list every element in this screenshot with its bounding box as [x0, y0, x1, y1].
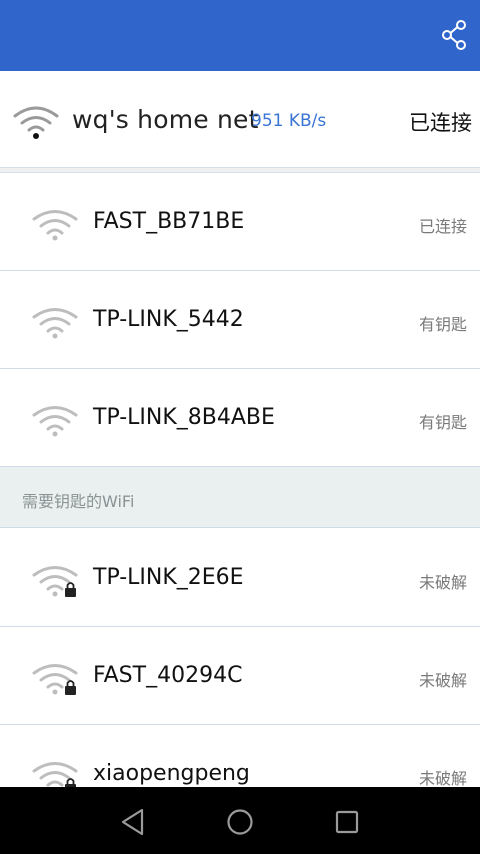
current-speed: 951 KB/s	[251, 111, 327, 131]
network-ssid: FAST_BB71BE	[93, 209, 245, 234]
network-ssid: xiaopengpeng	[93, 761, 250, 786]
system-nav-bar	[0, 787, 480, 854]
network-row[interactable]: FAST_BB71BE 已连接	[0, 173, 480, 271]
recents-button[interactable]	[332, 807, 362, 837]
network-ssid: FAST_40294C	[93, 663, 243, 688]
network-ssid: TP-LINK_2E6E	[93, 565, 244, 590]
network-status: 有钥匙	[418, 413, 467, 432]
share-button[interactable]	[440, 18, 468, 52]
network-status: 已连接	[418, 217, 467, 236]
network-status: 未破解	[418, 769, 467, 788]
home-icon	[227, 809, 253, 835]
network-row[interactable]: TP-LINK_5442 有钥匙	[0, 271, 480, 369]
back-button[interactable]	[118, 807, 148, 837]
network-status: 有钥匙	[418, 315, 467, 334]
wifi-signal-icon	[13, 106, 59, 139]
wifi-signal-icon	[32, 308, 78, 339]
network-row[interactable]: TP-LINK_8B4ABE 有钥匙	[0, 369, 480, 467]
wifi-locked-icon	[32, 566, 78, 597]
network-status: 未破解	[418, 573, 467, 592]
network-ssid: TP-LINK_5442	[93, 307, 244, 332]
wifi-locked-icon	[32, 664, 78, 695]
recents-icon	[335, 810, 359, 834]
current-ssid: wq's home net	[72, 105, 259, 134]
back-icon	[121, 808, 144, 836]
network-ssid: TP-LINK_8B4ABE	[93, 405, 275, 430]
network-status: 未破解	[418, 671, 467, 690]
current-state: 已连接	[409, 111, 472, 135]
section-title: 需要钥匙的WiFi	[22, 492, 135, 511]
current-network[interactable]: wq's home net 951 KB/s 已连接	[0, 71, 480, 168]
locked-network-row[interactable]: TP-LINK_2E6E 未破解	[0, 529, 480, 627]
share-icon	[442, 20, 466, 50]
section-header: 需要钥匙的WiFi	[0, 467, 480, 528]
home-button[interactable]	[225, 807, 255, 837]
locked-network-row[interactable]: FAST_40294C 未破解	[0, 627, 480, 725]
wifi-signal-icon	[32, 406, 78, 437]
app-bar	[0, 0, 480, 71]
wifi-signal-icon	[32, 210, 78, 241]
